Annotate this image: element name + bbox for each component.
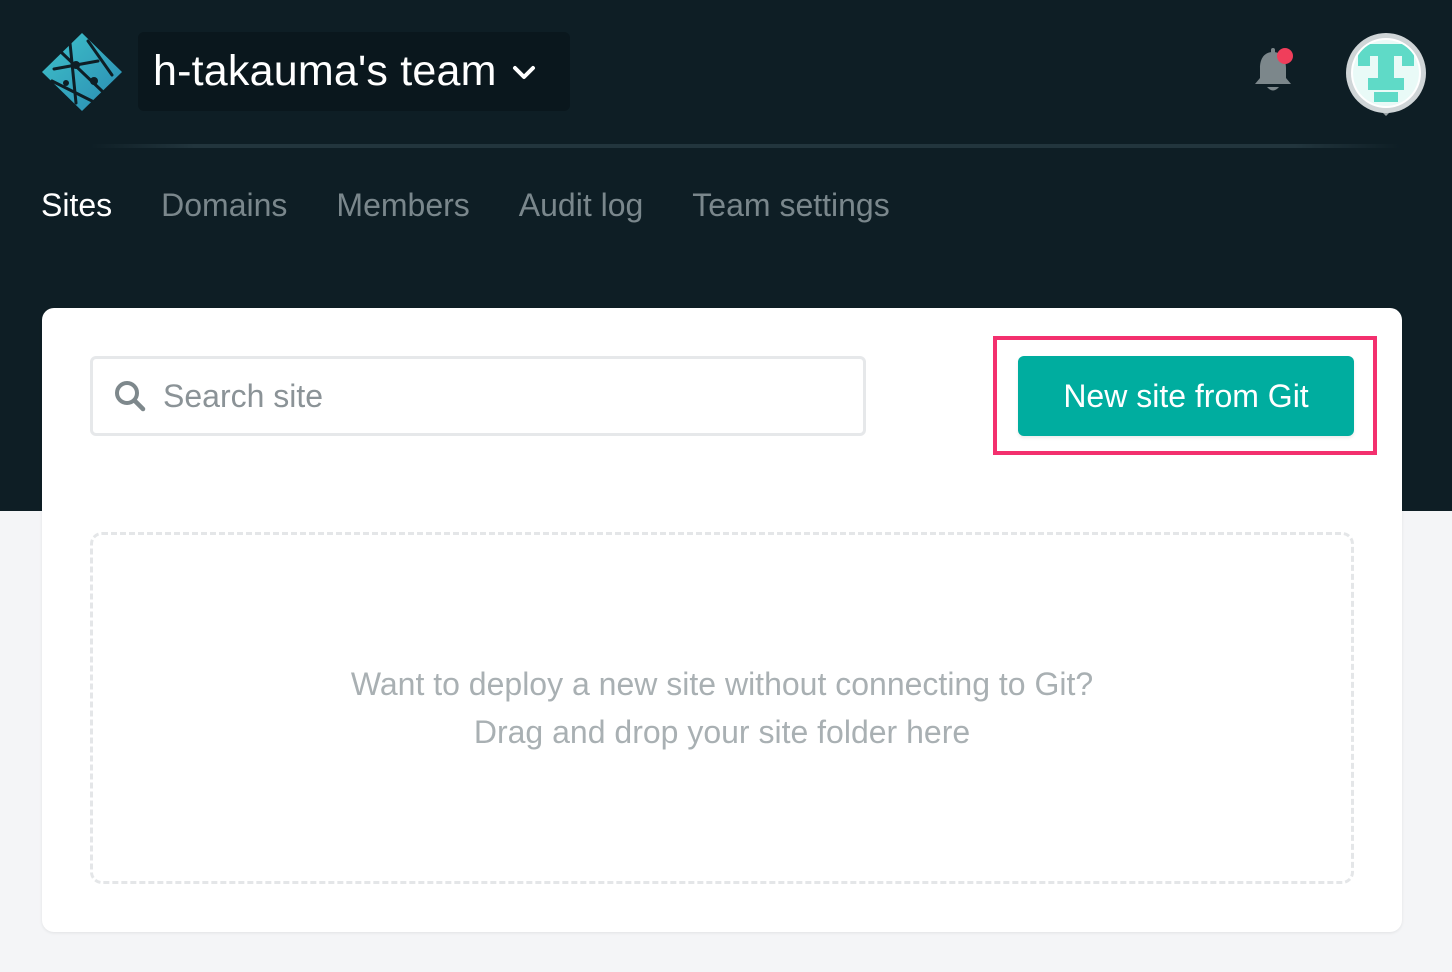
search-box	[90, 356, 866, 436]
netlify-logo-icon[interactable]	[40, 31, 124, 113]
tab-sites[interactable]: Sites	[41, 184, 112, 226]
header-divider	[90, 144, 1400, 148]
search-icon	[113, 379, 147, 413]
avatar[interactable]	[1344, 32, 1428, 118]
search-input[interactable]	[161, 376, 825, 416]
team-nav: Sites Domains Members Audit log Team set…	[41, 184, 939, 226]
team-name: h-takauma's team	[153, 47, 497, 95]
site-dropzone[interactable]: Want to deploy a new site without connec…	[90, 532, 1354, 884]
notification-badge	[1277, 48, 1293, 64]
team-switcher[interactable]: h-takauma's team	[138, 32, 570, 111]
chevron-down-icon	[511, 59, 537, 85]
new-site-from-git-button[interactable]: New site from Git	[1018, 356, 1354, 436]
tab-domains[interactable]: Domains	[161, 184, 287, 226]
tab-audit-log[interactable]: Audit log	[519, 184, 644, 226]
bell-icon[interactable]	[1252, 46, 1296, 96]
dropzone-text-line-2: Drag and drop your site folder here	[473, 714, 971, 750]
sites-card: New site from Git Want to deploy a new s…	[42, 308, 1402, 932]
dropzone-text-line-1: Want to deploy a new site without connec…	[350, 666, 1094, 702]
tab-team-settings[interactable]: Team settings	[692, 184, 889, 226]
tab-members[interactable]: Members	[336, 184, 469, 226]
